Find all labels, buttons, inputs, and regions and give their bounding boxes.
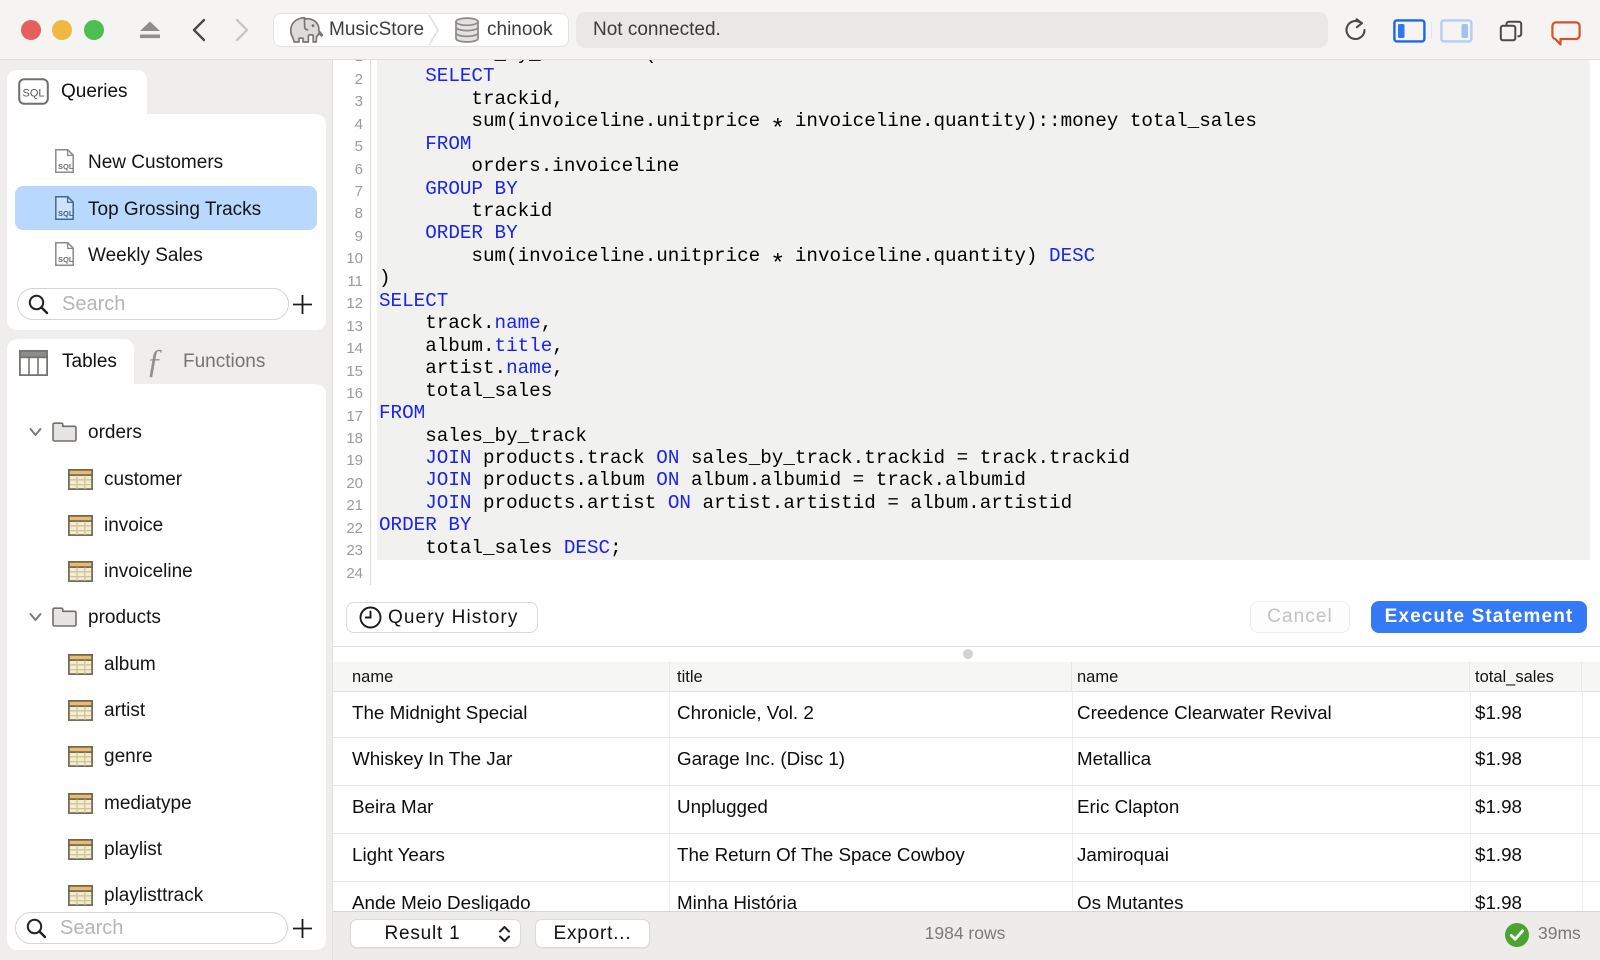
svg-text:SQL: SQL [58,209,74,218]
svg-text:SQL: SQL [22,88,44,100]
svg-text:ƒ: ƒ [146,344,163,380]
svg-text:SQL: SQL [58,255,74,264]
svg-text:SQL: SQL [58,162,74,171]
